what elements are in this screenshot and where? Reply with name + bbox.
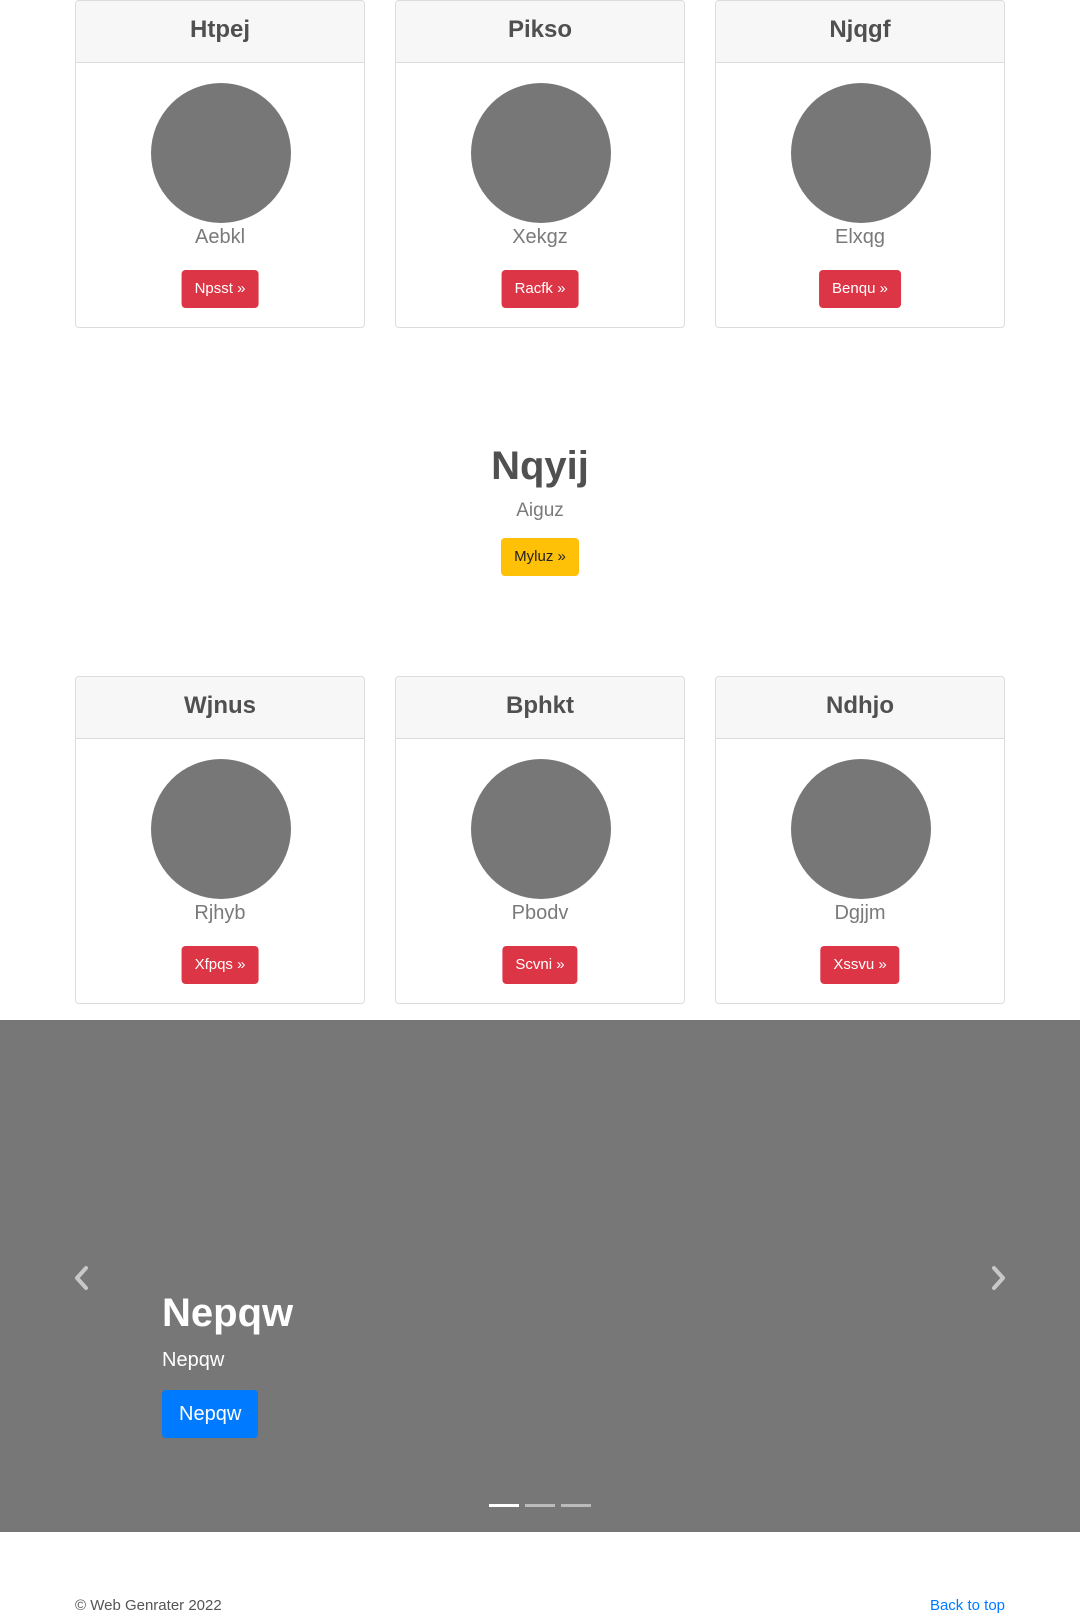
avatar (151, 83, 291, 223)
featurette-button[interactable]: Myluz » (501, 538, 579, 576)
avatar (471, 759, 611, 899)
carousel-title: Nepqw (162, 1291, 294, 1335)
carousel-subtitle: Nepqw (162, 1349, 225, 1371)
card-subtitle: Xekgz (512, 226, 568, 248)
card-title: Bphkt (396, 677, 684, 739)
card: Ndhjo Dgjjm Xssvu » (715, 676, 1005, 1004)
card: Wjnus Rjhyb Xfpqs » (75, 676, 365, 1004)
card-subtitle: Dgjjm (834, 902, 886, 924)
card: Njqgf Elxqg Benqu » (715, 0, 1005, 328)
carousel-indicators (489, 1504, 593, 1508)
featurette: Nqyij Aiguz Myluz » (0, 440, 1080, 576)
card-action-button[interactable]: Xfpqs » (181, 946, 259, 984)
avatar (791, 759, 931, 899)
card-title: Njqgf (716, 1, 1004, 63)
card-subtitle: Pbodv (511, 902, 569, 924)
card-action-button[interactable]: Npsst » (181, 270, 259, 308)
card: Bphkt Pbodv Scvni » (395, 676, 685, 1004)
card-title: Htpej (76, 1, 364, 63)
card-title: Wjnus (76, 677, 364, 739)
card-subtitle: Aebkl (194, 226, 246, 248)
carousel-button[interactable]: Nepqw (162, 1390, 259, 1438)
card-title: Ndhjo (716, 677, 1004, 739)
card-subtitle: Elxqg (834, 226, 886, 248)
carousel: Nepqw Nepqw Nepqw (0, 1020, 1080, 1532)
cards-row-bottom: Wjnus Rjhyb Xfpqs » Bphkt Pbodv Scvni » … (75, 676, 1005, 1004)
carousel-indicator[interactable] (489, 1504, 519, 1507)
card-action-button[interactable]: Benqu » (819, 270, 901, 308)
card: Pikso Xekgz Racfk » (395, 0, 685, 328)
avatar (151, 759, 291, 899)
cards-row-top: Htpej Aebkl Npsst » Pikso Xekgz Racfk » … (75, 0, 1005, 328)
avatar (471, 83, 611, 223)
avatar (791, 83, 931, 223)
footer-copyright: © Web Genrater 2022 (75, 1597, 222, 1614)
card-subtitle: Rjhyb (194, 902, 246, 924)
back-to-top-link[interactable]: Back to top (930, 1597, 1005, 1614)
chevron-left-icon[interactable] (70, 1263, 94, 1293)
carousel-indicator[interactable] (561, 1504, 591, 1507)
card-action-button[interactable]: Scvni » (502, 946, 578, 984)
card: Htpej Aebkl Npsst » (75, 0, 365, 328)
carousel-indicator[interactable] (525, 1504, 555, 1507)
featurette-title: Nqyij (491, 444, 589, 488)
featurette-subtitle: Aiguz (516, 500, 564, 521)
carousel-caption: Nepqw Nepqw Nepqw (162, 1288, 293, 1438)
card-action-button[interactable]: Xssvu » (820, 946, 900, 984)
chevron-right-icon[interactable] (986, 1263, 1010, 1293)
card-title: Pikso (396, 1, 684, 63)
card-action-button[interactable]: Racfk » (501, 270, 579, 308)
